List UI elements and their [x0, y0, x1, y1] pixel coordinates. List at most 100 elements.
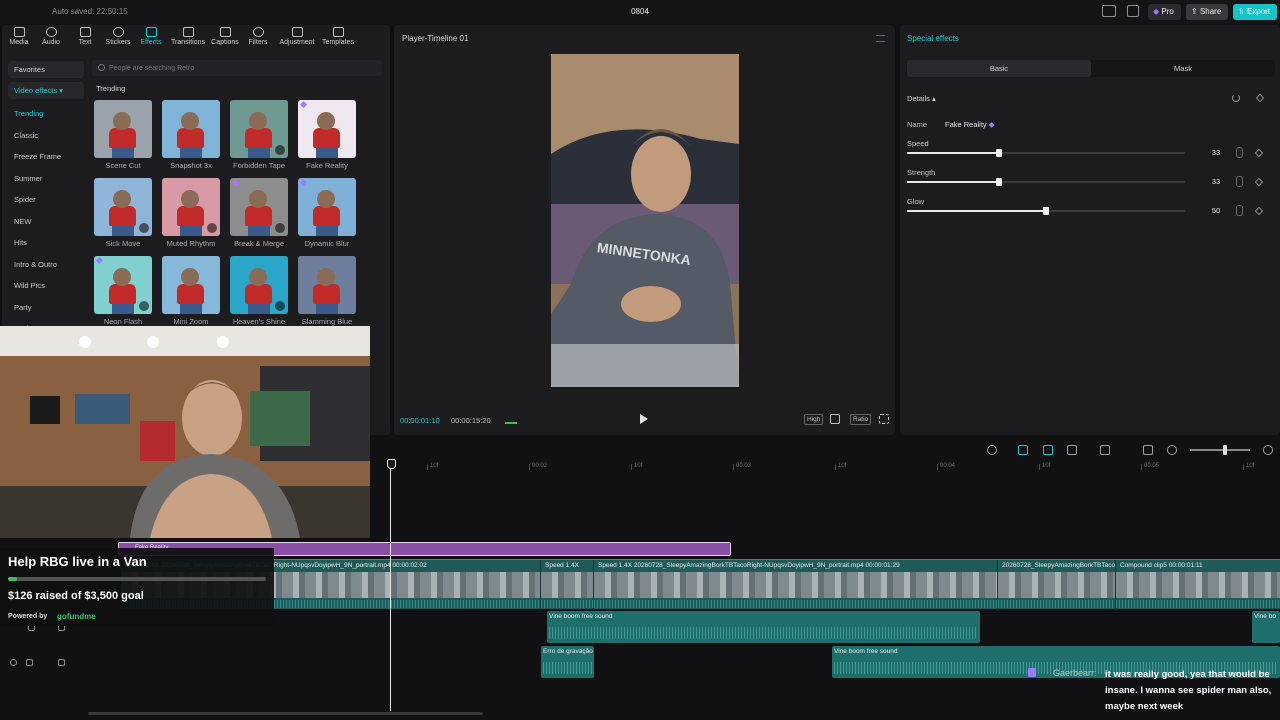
- chain-icon[interactable]: [1067, 445, 1077, 455]
- stepper-icon[interactable]: [1236, 176, 1243, 187]
- timeline-ruler[interactable]: 10f 00:02 10f 00:03 10f 00:04 10f 00:05 10f: [370, 460, 1280, 474]
- tab-stickers[interactable]: Stickers: [101, 27, 135, 46]
- effect-thumbnail[interactable]: Mini Zoom: [162, 256, 220, 330]
- param-slider[interactable]: [907, 149, 1185, 157]
- hide-icon[interactable]: [10, 659, 17, 666]
- zoom-slider[interactable]: [1190, 445, 1250, 455]
- zoom-slider-knob[interactable]: [1223, 445, 1227, 455]
- link-icon[interactable]: [1018, 445, 1028, 455]
- tab-media[interactable]: Media: [2, 27, 36, 46]
- details-toggle[interactable]: Details ▴: [907, 94, 936, 103]
- download-icon[interactable]: [275, 301, 285, 311]
- effect-thumbnail[interactable]: Dynamic Blur: [298, 178, 356, 252]
- pro-button[interactable]: ◆ Pro: [1148, 4, 1181, 20]
- layout-icon[interactable]: [1102, 5, 1116, 17]
- video-clip[interactable]: Compound clip5 00:00:01:11: [1115, 560, 1280, 610]
- tab-templates[interactable]: Templates: [319, 27, 357, 46]
- snap-icon[interactable]: [1043, 445, 1053, 455]
- tab-text[interactable]: Text: [68, 27, 102, 46]
- quality-button[interactable]: High: [804, 414, 824, 425]
- play-button[interactable]: [640, 414, 648, 424]
- share-button[interactable]: ⇪ Share: [1186, 4, 1228, 20]
- sidebar-item-spider[interactable]: Spider: [8, 189, 84, 211]
- sidebar-item-summer[interactable]: Summer: [8, 168, 84, 190]
- tab-audio[interactable]: Audio: [34, 27, 68, 46]
- zoom-in-icon[interactable]: [1263, 445, 1273, 455]
- param-slider[interactable]: [907, 178, 1185, 186]
- effect-thumbnail[interactable]: Forbidden Tape: [230, 100, 288, 174]
- video-preview[interactable]: MINNETONKA: [551, 54, 739, 387]
- param-slider-fill: [907, 152, 999, 154]
- sidebar-item-video-effects[interactable]: Video effects ▾: [8, 82, 84, 99]
- keyframe-icon[interactable]: [1254, 148, 1264, 158]
- tab-mask[interactable]: Mask: [1091, 60, 1275, 77]
- sidebar-item-party[interactable]: Party: [8, 297, 84, 319]
- audio-clip[interactable]: Vine bo: [1252, 611, 1280, 643]
- download-icon[interactable]: [207, 223, 217, 233]
- crop-icon[interactable]: [830, 414, 840, 424]
- reset-icon[interactable]: [1232, 94, 1240, 102]
- hamburger-icon[interactable]: [876, 35, 885, 42]
- keyframe-icon[interactable]: [1254, 177, 1264, 187]
- sidebar-item-favorites[interactable]: Favorites: [8, 61, 84, 78]
- ratio-button[interactable]: Ratio: [850, 414, 872, 425]
- horizontal-scrollbar[interactable]: [88, 712, 483, 715]
- param-value-input[interactable]: 33: [1204, 177, 1228, 188]
- effect-thumbnail[interactable]: Muted Rhythm: [162, 178, 220, 252]
- menu-icon[interactable]: [1127, 5, 1139, 17]
- zoom-out-icon[interactable]: [1167, 445, 1177, 455]
- sidebar-item-hits[interactable]: Hits: [8, 232, 84, 254]
- param-slider-knob[interactable]: [995, 149, 1002, 157]
- download-icon[interactable]: [139, 223, 149, 233]
- effect-thumbnail[interactable]: Sick Move: [94, 178, 152, 252]
- tab-basic[interactable]: Basic: [907, 60, 1091, 77]
- project-name[interactable]: 0804: [0, 7, 1280, 16]
- effect-thumbnail[interactable]: Fake Reality: [298, 100, 356, 174]
- audio-clip[interactable]: Vine boom free sound: [547, 611, 980, 643]
- tab-filters[interactable]: Filters: [241, 27, 275, 46]
- tab-adjustment[interactable]: Adjustment: [278, 27, 316, 46]
- stepper-icon[interactable]: [1236, 205, 1243, 216]
- download-icon[interactable]: [275, 145, 285, 155]
- export-button[interactable]: ⇧ Export: [1233, 4, 1277, 20]
- main-video-track[interactable]: Speed 1.4X 20260728_SleepyAmazingBorkTBT…: [120, 559, 1280, 610]
- keyframe-icon[interactable]: [1255, 93, 1265, 103]
- effect-thumbnail[interactable]: Break & Merge: [230, 178, 288, 252]
- tab-effects[interactable]: Effects: [134, 27, 168, 46]
- param-value-input[interactable]: 50: [1204, 206, 1228, 217]
- effect-thumbnail[interactable]: Slamming Blue: [298, 256, 356, 330]
- video-clip[interactable]: Speed 1.4X: [540, 560, 593, 610]
- effect-thumbnail[interactable]: Heaven's Shine: [230, 256, 288, 330]
- sidebar-item-classic[interactable]: Classic: [8, 125, 84, 147]
- audio-clip[interactable]: Erro de gravação: [541, 646, 594, 678]
- effect-thumbnail[interactable]: Snapshot 3x: [162, 100, 220, 174]
- sidebar-item-trending[interactable]: Trending: [8, 103, 84, 125]
- video-clip[interactable]: 20260728_SleepyAmazingBorkTBTaco: [997, 560, 1115, 610]
- param-value-input[interactable]: 33: [1204, 148, 1228, 159]
- param-slider[interactable]: [907, 207, 1185, 215]
- sidebar-item-new[interactable]: NEW: [8, 211, 84, 233]
- playhead[interactable]: [387, 459, 396, 711]
- tab-captions[interactable]: Captions: [208, 27, 242, 46]
- download-icon[interactable]: [139, 301, 149, 311]
- speaker-icon[interactable]: [58, 659, 65, 666]
- effect-thumbnail[interactable]: Neon Flash: [94, 256, 152, 330]
- download-icon[interactable]: [275, 223, 285, 233]
- param-slider-knob[interactable]: [995, 178, 1002, 186]
- effect-thumbnail[interactable]: Scene Cut: [94, 100, 152, 174]
- stepper-icon[interactable]: [1236, 147, 1243, 158]
- tab-transitions[interactable]: Transitions: [171, 27, 205, 46]
- keyframe-icon[interactable]: [1254, 206, 1264, 216]
- param-slider-knob[interactable]: [1043, 207, 1049, 215]
- lock-icon[interactable]: [26, 659, 33, 666]
- sidebar-item-wild-pics[interactable]: Wild Pics: [8, 275, 84, 297]
- microphone-icon[interactable]: [987, 445, 997, 455]
- search-input[interactable]: [109, 62, 369, 74]
- sidebar-item-intro-outro[interactable]: Intro & Outro: [8, 254, 84, 276]
- fullscreen-icon[interactable]: [879, 414, 889, 424]
- pro-diamond-icon: [299, 178, 308, 187]
- sidebar-item-freeze-frame[interactable]: Freeze Frame: [8, 146, 84, 168]
- caption-icon[interactable]: [1143, 445, 1153, 455]
- split-view-icon[interactable]: [1100, 445, 1110, 455]
- video-clip[interactable]: Speed 1.4X 20260728_SleepyAmazingBorkTBT…: [593, 560, 997, 610]
